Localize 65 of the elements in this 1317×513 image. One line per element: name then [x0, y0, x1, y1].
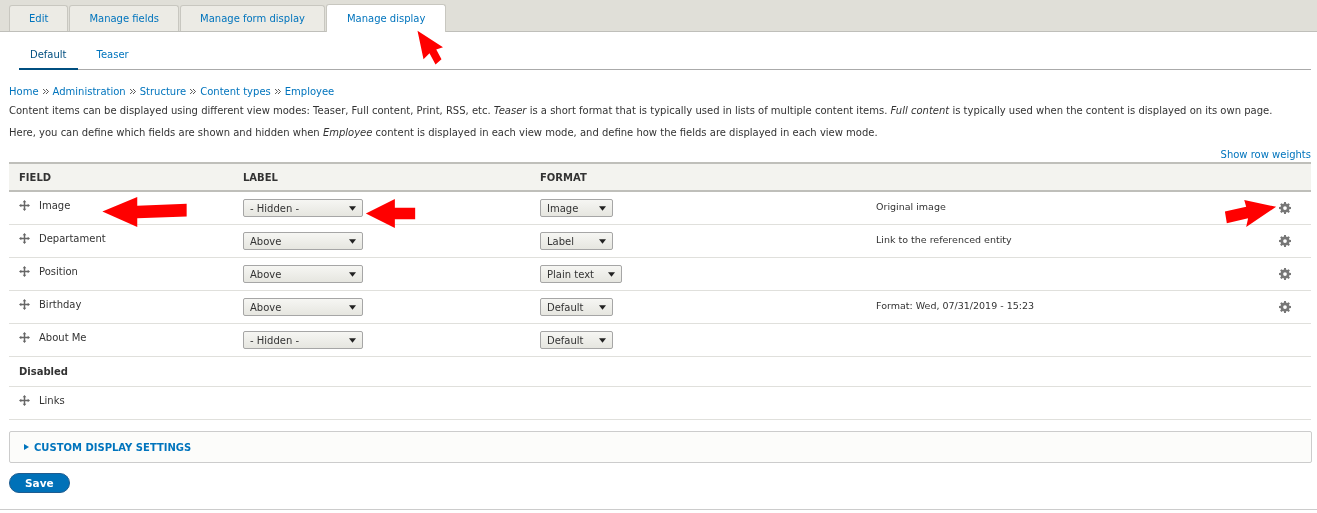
view-mode-tab[interactable]: Teaser: [85, 42, 140, 69]
save-button[interactable]: Save: [9, 473, 70, 493]
formatter-select[interactable]: Default: [540, 331, 613, 349]
drag-handle-icon[interactable]: [19, 394, 30, 406]
breadcrumb-separator-icon: [274, 89, 281, 94]
breadcrumb-separator-icon: [42, 89, 49, 94]
format-summary: Link to the referenced entity: [876, 233, 1012, 245]
caret-icon: [349, 304, 356, 310]
caret-icon: [607, 271, 615, 277]
show-row-weights-link[interactable]: Show row weights: [1220, 149, 1311, 160]
breadcrumb-link[interactable]: Structure: [139, 86, 187, 97]
formatter-select[interactable]: Label: [540, 232, 613, 250]
tab[interactable]: Manage fields: [69, 5, 180, 31]
caret-icon: [349, 238, 356, 244]
drag-handle-icon[interactable]: [19, 265, 30, 277]
caret-icon: [599, 337, 606, 343]
details-toggle[interactable]: CUSTOM DISPLAY SETTINGS: [24, 441, 192, 453]
region-heading: Disabled: [19, 366, 68, 377]
format-summary: Original image: [876, 200, 946, 212]
field-name: Birthday: [39, 298, 82, 310]
tab[interactable]: Manage display: [325, 4, 447, 32]
column-header: LABEL: [243, 163, 540, 191]
help-text: Content items can be displayed using different view modes: Teaser, Full content, Print, RSS, etc. Teaser is a short format that is typically used in lists of multiple content items. Full content is typically used when the content is displayed on its own page.: [9, 104, 1274, 118]
drag-handle-icon[interactable]: [19, 199, 30, 211]
field-name: About Me: [39, 331, 87, 343]
annotation-arrow: [365, 199, 417, 228]
format-summary: Format: Wed, 07/31/2019 - 15:23: [876, 299, 1035, 311]
view-mode-tab[interactable]: Default: [19, 42, 78, 70]
label-position-select[interactable]: - Hidden -: [243, 331, 363, 349]
column-header: FORMAT: [540, 163, 876, 191]
label-position-select[interactable]: Above: [243, 232, 363, 250]
caret-icon: [599, 304, 606, 310]
label-position-select[interactable]: Above: [243, 265, 363, 283]
field-name: Position: [39, 265, 78, 277]
breadcrumb-link[interactable]: Content types: [200, 86, 271, 97]
drag-handle-icon[interactable]: [19, 298, 30, 310]
breadcrumb-separator-icon: [129, 89, 136, 94]
help-text: Here, you can define which fields are shown and hidden when Employee content is displayed in each view mode, and define how the fields are displayed in each view mode.: [9, 126, 879, 140]
breadcrumb-link[interactable]: Employee: [284, 86, 335, 97]
column-header: FIELD: [9, 163, 243, 191]
settings-icon[interactable]: [1279, 268, 1291, 280]
formatter-select[interactable]: Default: [540, 298, 613, 316]
breadcrumb-separator-icon: [190, 89, 197, 94]
formatter-select[interactable]: Image: [540, 199, 613, 217]
caret-icon: [349, 337, 356, 343]
breadcrumb-link[interactable]: Home: [9, 86, 39, 97]
field-name: Links: [39, 394, 65, 406]
settings-icon[interactable]: [1279, 235, 1291, 247]
caret-icon: [599, 205, 606, 211]
tab[interactable]: Manage form display: [180, 5, 325, 31]
settings-icon[interactable]: [1279, 202, 1291, 214]
label-position-select[interactable]: - Hidden -: [243, 199, 363, 217]
drag-handle-icon[interactable]: [19, 331, 30, 343]
drag-handle-icon[interactable]: [19, 232, 30, 244]
caret-icon: [349, 205, 356, 211]
annotation-arrow: [1224, 200, 1278, 229]
formatter-select[interactable]: Plain text: [540, 265, 622, 283]
label-position-select[interactable]: Above: [243, 298, 363, 316]
settings-icon[interactable]: [1279, 301, 1291, 313]
caret-icon: [599, 238, 606, 244]
field-name: Departament: [39, 232, 106, 244]
field-name: Image: [39, 199, 71, 211]
breadcrumb-link[interactable]: Administration: [52, 86, 126, 97]
caret-icon: [349, 271, 356, 277]
tab[interactable]: Edit: [9, 5, 69, 31]
